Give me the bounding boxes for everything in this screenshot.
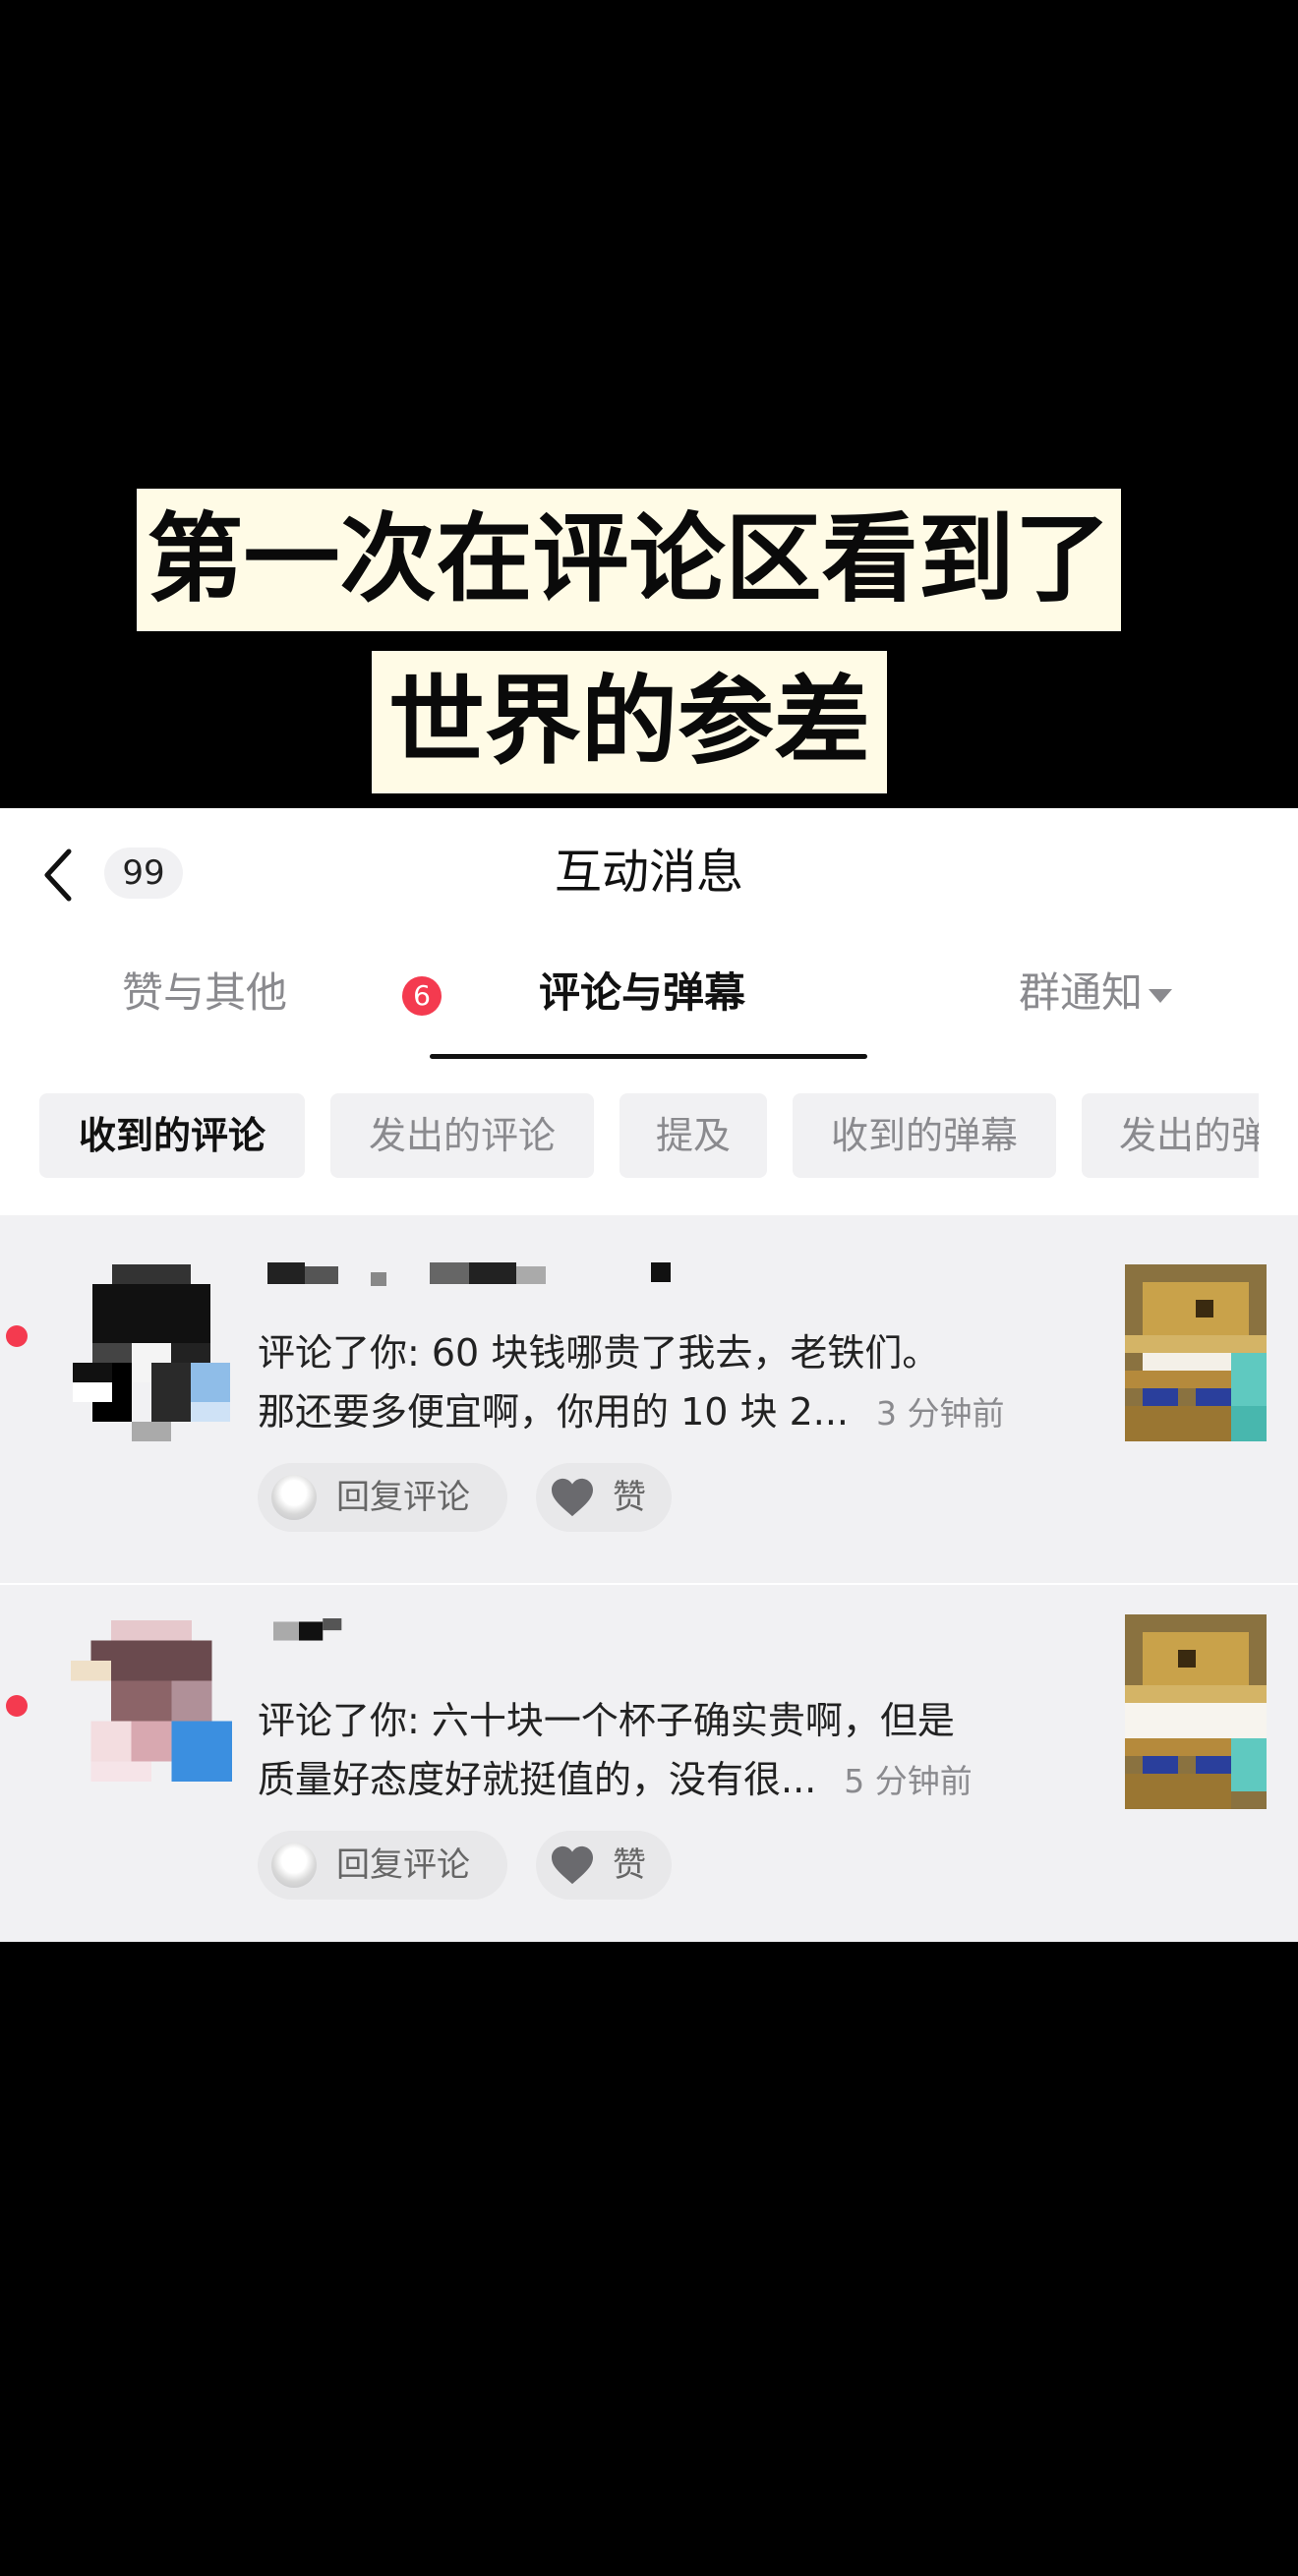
tab-notification-badge: 6 — [402, 976, 442, 1016]
filter-mentions[interactable]: 提及 — [620, 1093, 767, 1178]
heart-icon — [552, 1478, 593, 1517]
comment-text-line-1: 评论了你: 60 块钱哪贵了我去，老铁们。 — [258, 1331, 940, 1375]
reply-comment-button[interactable]: 回复评论 — [258, 1463, 507, 1532]
caption-line-2: 世界的参差 — [372, 651, 887, 793]
caption-line-1: 第一次在评论区看到了 — [137, 489, 1121, 631]
username-redacted[interactable] — [267, 1260, 671, 1286]
timestamp: 3 分钟前 — [876, 1394, 1005, 1433]
filter-chip-bar: 收到的评论 发出的评论 提及 收到的弹幕 发出的弹 — [39, 1093, 1259, 1180]
filter-sent-comments[interactable]: 发出的评论 — [330, 1093, 594, 1178]
reply-label: 回复评论 — [336, 1845, 470, 1885]
unread-dot — [6, 1695, 28, 1717]
user-mini-avatar — [271, 1475, 317, 1520]
tab-label: 评论与弹幕 — [539, 968, 746, 1017]
like-button[interactable]: 赞 — [536, 1831, 672, 1900]
tab-comments-and-danmaku[interactable]: 评论与弹幕 — [539, 966, 745, 1021]
tab-likes-and-others[interactable]: 赞与其他 6 — [122, 966, 442, 1021]
tab-group-notifications[interactable]: 群通知 — [1019, 966, 1173, 1021]
video-thumbnail[interactable] — [1125, 1264, 1267, 1441]
heart-icon — [552, 1845, 593, 1885]
video-thumbnail[interactable] — [1125, 1612, 1267, 1811]
filter-sent-danmaku[interactable]: 发出的弹 — [1082, 1093, 1259, 1178]
avatar[interactable] — [71, 1620, 232, 1782]
tab-label: 赞与其他 — [122, 968, 288, 1017]
list-item[interactable]: 评论了你: 60 块钱哪贵了我去，老铁们。 那还要多便宜啊，你用的 10 块 2… — [0, 1215, 1298, 1585]
tab-label: 群通知 — [1019, 968, 1144, 1017]
comment-list: 评论了你: 60 块钱哪贵了我去，老铁们。 那还要多便宜啊，你用的 10 块 2… — [0, 1215, 1298, 1942]
app-screen: 99 互动消息 赞与其他 6 评论与弹幕 群通知 收到的评论 发出的评论 提及 … — [0, 808, 1298, 1942]
active-tab-indicator — [430, 1054, 867, 1059]
header: 99 互动消息 — [0, 808, 1298, 936]
chevron-down-icon — [1149, 988, 1173, 1003]
comment-text-line-1: 评论了你: 六十块一个杯子确实贵啊，但是 — [258, 1699, 955, 1742]
reply-comment-button[interactable]: 回复评论 — [258, 1831, 507, 1900]
like-button[interactable]: 赞 — [536, 1463, 672, 1532]
list-item[interactable]: 评论了你: 六十块一个杯子确实贵啊，但是 质量好态度好就挺值的，没有很... 5 … — [0, 1585, 1298, 1942]
avatar[interactable] — [71, 1264, 232, 1441]
reply-label: 回复评论 — [336, 1478, 470, 1517]
comment-text-preview: 质量好态度好就挺值的，没有很... — [258, 1758, 817, 1801]
comment-text-preview: 那还要多便宜啊，你用的 10 块 2... — [258, 1390, 850, 1434]
comment-text-line-2: 质量好态度好就挺值的，没有很... 5 分钟前 — [258, 1750, 973, 1811]
unread-dot — [6, 1325, 28, 1347]
page-title: 互动消息 — [554, 845, 743, 900]
filter-received-danmaku[interactable]: 收到的弹幕 — [793, 1093, 1056, 1178]
like-label: 赞 — [613, 1845, 646, 1885]
comment-text-line-2: 那还要多便宜啊，你用的 10 块 2... 3 分钟前 — [258, 1382, 1005, 1443]
tab-bar: 赞与其他 6 评论与弹幕 群通知 — [0, 936, 1298, 1034]
like-label: 赞 — [613, 1478, 646, 1517]
user-mini-avatar — [271, 1843, 317, 1888]
filter-received-comments[interactable]: 收到的评论 — [39, 1093, 305, 1178]
timestamp: 5 分钟前 — [844, 1762, 973, 1800]
username-redacted[interactable] — [267, 1618, 356, 1644]
